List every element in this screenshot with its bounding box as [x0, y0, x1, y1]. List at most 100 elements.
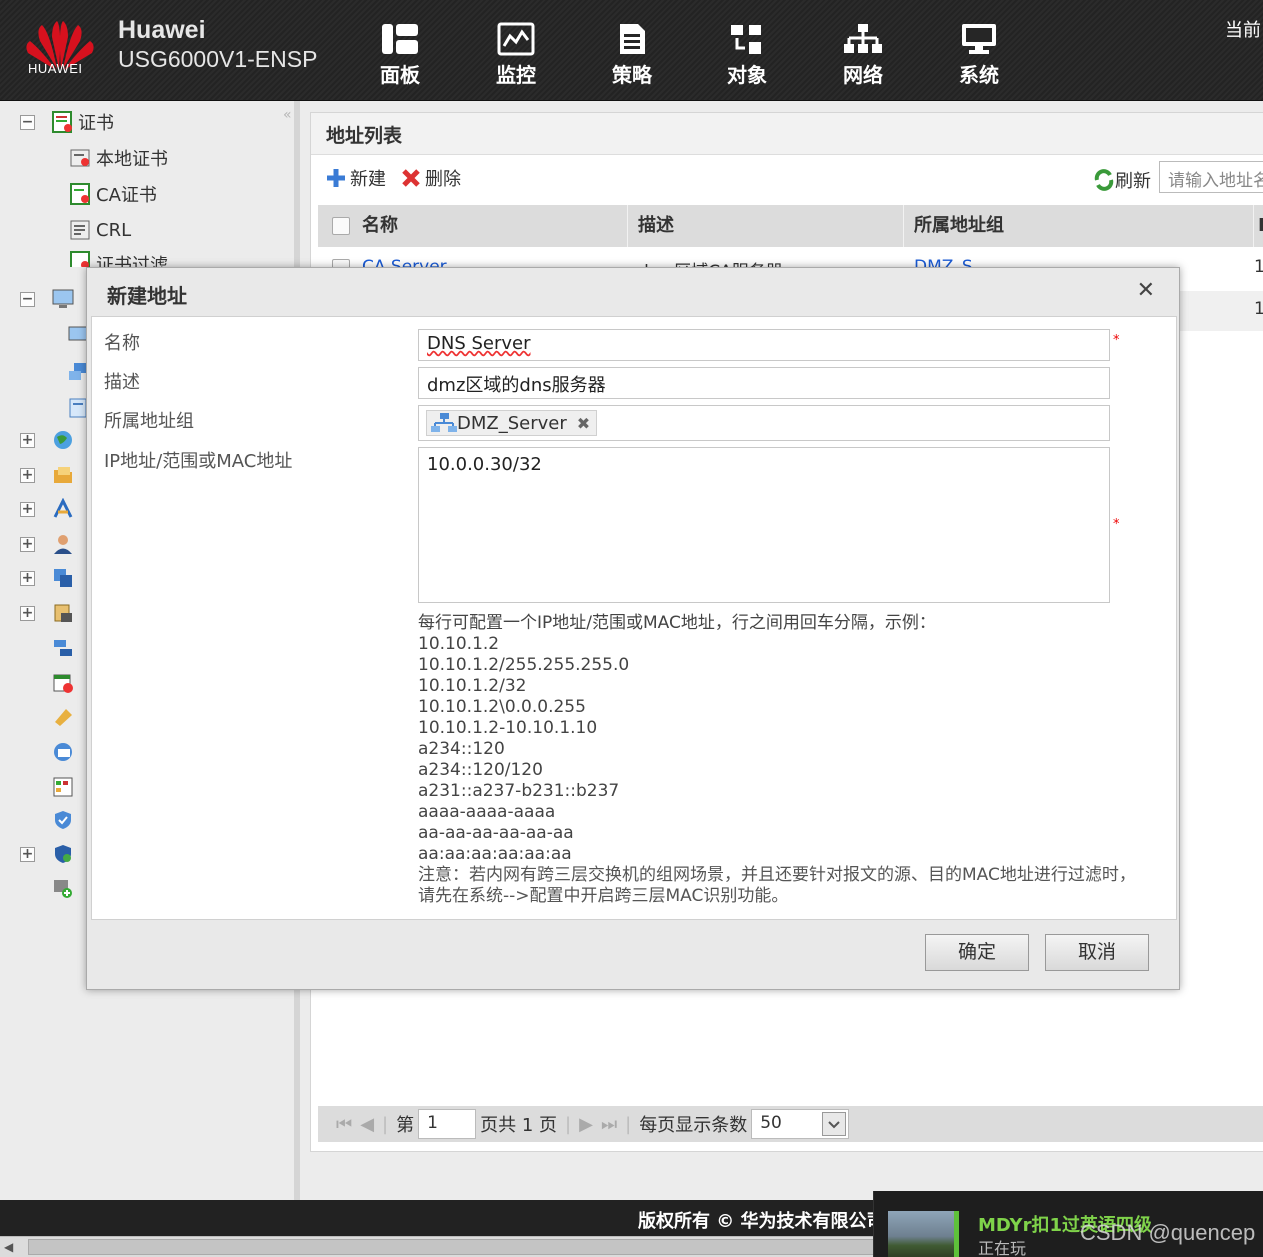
panel-title: 地址列表 [311, 113, 1263, 155]
nav-system[interactable]: 系统 [943, 22, 1015, 94]
pagination-bar: ⏮ ◀ | 第 1 页共 1 页 | ▶ ⏭ | 每页显示条数 50 [318, 1106, 1263, 1142]
toolbar: 新建 删除 [325, 165, 475, 191]
collapse-toggle[interactable]: − [20, 292, 35, 307]
table-header: 名称 描述 所属地址组 I [318, 205, 1263, 247]
expand-toggle[interactable]: + [20, 847, 35, 862]
dialog-form: 名称 DNS Server * 描述 dmz区域的dns服务器 所属地址组 DM… [91, 316, 1177, 920]
url-category-icon [52, 741, 74, 763]
column-header[interactable]: I [1258, 205, 1263, 247]
next-page-icon[interactable]: ▶ [579, 1114, 593, 1135]
column-header[interactable]: 名称 [362, 205, 628, 247]
collapse-toggle[interactable]: − [20, 115, 35, 130]
row-ref: 1 [1254, 299, 1263, 319]
name-value: DNS Server [427, 333, 531, 354]
page-number-input[interactable]: 1 [418, 1109, 477, 1139]
group-tag-label: DMZ_Server [457, 412, 567, 434]
nav-dashboard[interactable]: 面板 [364, 22, 436, 94]
copyright-text: 版权所有 © 华为技术有限公司 [638, 1211, 885, 1232]
help-text: 每行可配置一个IP地址/范围或MAC地址，行之间用回车分隔，示例： 10.10.… [418, 613, 1148, 907]
help-example: 10.10.1.2\0.0.0.255 [418, 697, 586, 717]
nav-label: 监控 [496, 63, 536, 87]
expand-toggle[interactable]: + [20, 468, 35, 483]
sidebar-collapse-button[interactable]: « [283, 107, 292, 123]
dialog-title: 新建地址 [107, 284, 187, 308]
help-example: 10.10.1.2 [418, 634, 500, 654]
status-bar [954, 1211, 959, 1257]
help-example: a234::120/120 [418, 760, 543, 780]
scrollbar-thumb[interactable] [28, 1239, 888, 1255]
nav-policy[interactable]: 策略 [596, 22, 668, 94]
cancel-button[interactable]: 取消 [1045, 934, 1149, 971]
first-page-icon[interactable]: ⏮ [336, 1114, 352, 1135]
remove-tag-icon[interactable]: ✖ [577, 414, 590, 433]
expand-toggle[interactable]: + [20, 571, 35, 586]
per-page-value: 50 [760, 1113, 782, 1133]
tree-label: 证书 [78, 113, 114, 134]
description-label: 描述 [104, 372, 140, 393]
expand-toggle[interactable]: + [20, 537, 35, 552]
expand-toggle[interactable]: + [20, 606, 35, 621]
folder-icon [52, 464, 74, 486]
help-example: a234::120 [418, 739, 505, 759]
dashboard-icon [382, 24, 418, 54]
ip-textarea[interactable]: 10.0.0.30/32 [418, 447, 1110, 603]
tree-item-ca-cert[interactable]: CA证书 [70, 181, 157, 207]
object-icon [731, 25, 761, 54]
tree-label: CA证书 [96, 185, 157, 206]
new-label: 新建 [350, 169, 386, 190]
lock-icon [52, 602, 74, 624]
name-input[interactable]: DNS Server [418, 329, 1110, 361]
computer-icon [52, 288, 74, 310]
scroll-left-icon[interactable]: ◀ [4, 1240, 13, 1254]
device-model: USG6000V1-ENSP [118, 46, 318, 72]
help-example: aaaa-aaaa-aaaa [418, 802, 556, 822]
delete-button[interactable]: 删除 [400, 165, 461, 191]
per-page-select[interactable]: 50 [751, 1109, 850, 1139]
close-icon[interactable]: ✕ [1137, 278, 1155, 303]
nav-label: 对象 [727, 63, 767, 87]
tree-item-local-cert[interactable]: 本地证书 [70, 145, 168, 171]
group-tag: DMZ_Server ✖ [426, 410, 598, 436]
plus-icon [327, 169, 345, 187]
service-icon [52, 637, 74, 659]
expand-toggle[interactable]: + [20, 433, 35, 448]
globe-icon [52, 429, 74, 451]
column-header[interactable]: 描述 [638, 205, 904, 247]
ok-button[interactable]: 确定 [925, 934, 1029, 971]
search-input[interactable]: 请输入地址名 [1159, 161, 1263, 193]
current-user-label[interactable]: 当前 [1225, 16, 1261, 42]
help-example: aa:aa:aa:aa:aa:aa [418, 844, 572, 864]
refresh-button[interactable]: 刷新 [1093, 167, 1151, 193]
nav-label: 策略 [612, 63, 652, 87]
help-example: 10.10.1.2/32 [418, 676, 527, 696]
new-button[interactable]: 新建 [325, 165, 386, 191]
tree-label: CRL [96, 219, 132, 241]
cert-filter-icon [70, 251, 92, 267]
address-group-field[interactable]: DMZ_Server ✖ [418, 405, 1110, 441]
tree-label: 本地证书 [96, 149, 168, 170]
select-all-checkbox[interactable] [332, 217, 350, 235]
nav-network[interactable]: 网络 [827, 22, 899, 94]
tree-item-certificate[interactable]: 证书 [52, 109, 114, 135]
nav-label: 系统 [959, 63, 999, 87]
calendar-icon [52, 672, 74, 694]
notification-status: 正在玩 [978, 1239, 1027, 1257]
nav-monitor[interactable]: 监控 [480, 22, 552, 94]
user-icon [52, 533, 74, 555]
tree-item-cert-filter[interactable]: 证书过滤 [70, 251, 168, 267]
app-icon [52, 497, 74, 520]
chevron-down-icon[interactable] [822, 1112, 847, 1136]
name-label: 名称 [104, 333, 140, 354]
tree-item-crl[interactable]: CRL [70, 217, 131, 243]
nav-label: 网络 [843, 63, 883, 87]
per-page-label: 每页显示条数 [639, 1115, 748, 1136]
required-mark: * [1113, 517, 1120, 532]
expand-toggle[interactable]: + [20, 502, 35, 517]
last-page-icon[interactable]: ⏭ [601, 1114, 617, 1135]
description-input[interactable]: dmz区域的dns服务器 [418, 367, 1110, 399]
page-suffix: 页共 1 页 [480, 1115, 558, 1136]
nav-object[interactable]: 对象 [711, 22, 783, 94]
prev-page-icon[interactable]: ◀ [360, 1114, 374, 1135]
help-example: aa-aa-aa-aa-aa-aa [418, 823, 574, 843]
column-header[interactable]: 所属地址组 [914, 205, 1254, 247]
